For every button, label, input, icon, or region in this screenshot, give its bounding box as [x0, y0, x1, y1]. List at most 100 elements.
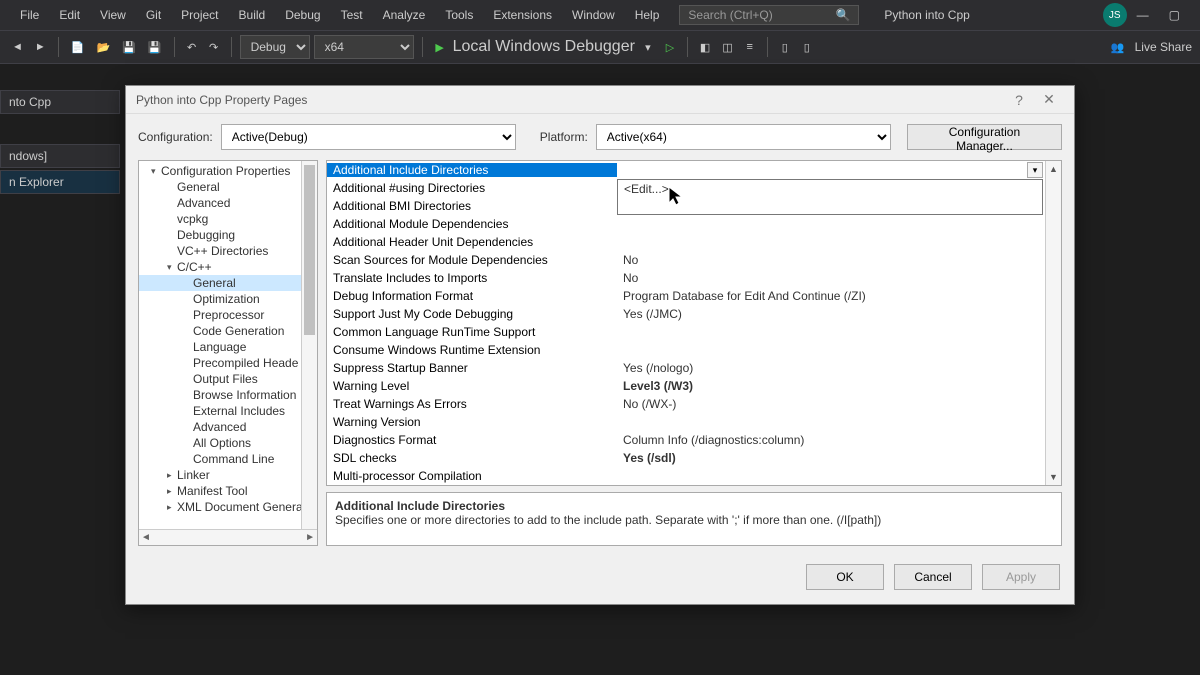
- property-value[interactable]: Yes (/nologo): [617, 361, 1061, 375]
- redo-icon[interactable]: ↷: [205, 36, 223, 58]
- property-row[interactable]: Support Just My Code DebuggingYes (/JMC): [327, 305, 1061, 323]
- tree-node[interactable]: ▸Manifest Tool: [139, 483, 317, 499]
- tree-node[interactable]: Browse Information: [139, 387, 317, 403]
- tree-caret-icon[interactable]: ▾: [151, 166, 161, 177]
- property-dropdown-icon[interactable]: ▾: [1027, 162, 1043, 178]
- help-icon[interactable]: ?: [1004, 92, 1034, 108]
- menu-project[interactable]: Project: [171, 8, 228, 22]
- apply-button[interactable]: Apply: [982, 564, 1060, 590]
- property-value[interactable]: No: [617, 271, 1061, 285]
- tree-caret-icon[interactable]: ▸: [167, 486, 177, 497]
- property-row[interactable]: Suppress Startup BannerYes (/nologo): [327, 359, 1061, 377]
- tree-node[interactable]: Optimization: [139, 291, 317, 307]
- configuration-manager-button[interactable]: Configuration Manager...: [907, 124, 1062, 150]
- config-select[interactable]: Debug: [240, 35, 310, 59]
- property-row[interactable]: Debug Information FormatProgram Database…: [327, 287, 1061, 305]
- tree-node[interactable]: ▾Configuration Properties: [139, 163, 317, 179]
- scroll-up-icon[interactable]: ▲: [1046, 161, 1061, 177]
- property-row[interactable]: SDL checksYes (/sdl): [327, 449, 1061, 467]
- property-row[interactable]: Multi-processor Compilation: [327, 467, 1061, 485]
- tree-caret-icon[interactable]: ▸: [167, 470, 177, 481]
- property-row[interactable]: Additional Header Unit Dependencies: [327, 233, 1061, 251]
- property-value[interactable]: Yes (/JMC): [617, 307, 1061, 321]
- property-row[interactable]: Enable Address SanitizerNo: [327, 485, 1061, 486]
- menu-build[interactable]: Build: [229, 8, 276, 22]
- tree-node[interactable]: General: [139, 275, 317, 291]
- tree-node[interactable]: Output Files: [139, 371, 317, 387]
- configuration-select[interactable]: Active(Debug): [221, 124, 516, 150]
- tree-node[interactable]: ▸Linker: [139, 467, 317, 483]
- property-row[interactable]: Translate Includes to ImportsNo: [327, 269, 1061, 287]
- tree-node[interactable]: Command Line: [139, 451, 317, 467]
- nav-back-icon[interactable]: ◄: [8, 36, 27, 58]
- menu-file[interactable]: File: [10, 8, 49, 22]
- platform-select[interactable]: x64: [314, 35, 414, 59]
- tree-node[interactable]: Language: [139, 339, 317, 355]
- menu-debug[interactable]: Debug: [275, 8, 330, 22]
- tree-node[interactable]: VC++ Directories: [139, 243, 317, 259]
- toolbar-misc-icon[interactable]: ▯: [798, 36, 816, 58]
- property-row[interactable]: Warning LevelLevel3 (/W3): [327, 377, 1061, 395]
- tree-node[interactable]: Code Generation: [139, 323, 317, 339]
- quick-search[interactable]: Search (Ctrl+Q) 🔍: [679, 5, 859, 25]
- debugger-label[interactable]: Local Windows Debugger: [453, 38, 635, 56]
- platform-select-dialog[interactable]: Active(x64): [596, 124, 891, 150]
- grid-scrollbar[interactable]: ▲ ▼: [1045, 161, 1061, 485]
- tree-caret-icon[interactable]: ▸: [167, 502, 177, 513]
- live-share-icon[interactable]: 👥: [1107, 36, 1129, 58]
- property-row[interactable]: Diagnostics FormatColumn Info (/diagnost…: [327, 431, 1061, 449]
- tree-node[interactable]: All Options: [139, 435, 317, 451]
- save-icon[interactable]: 💾: [118, 36, 140, 58]
- tree-node[interactable]: Precompiled Heade: [139, 355, 317, 371]
- tree-node[interactable]: Advanced: [139, 419, 317, 435]
- save-all-icon[interactable]: 💾: [144, 36, 166, 58]
- win-maximize-icon[interactable]: ▢: [1159, 8, 1190, 22]
- toolbar-misc-icon[interactable]: ≡: [741, 36, 759, 58]
- user-avatar[interactable]: JS: [1103, 3, 1127, 27]
- dialog-titlebar[interactable]: Python into Cpp Property Pages ? ✕: [126, 86, 1074, 114]
- property-value[interactable]: No (/WX-): [617, 397, 1061, 411]
- tree-node[interactable]: Advanced: [139, 195, 317, 211]
- doc-tab[interactable]: nto Cpp: [0, 90, 120, 114]
- menu-analyze[interactable]: Analyze: [373, 8, 436, 22]
- property-row[interactable]: Additional Module Dependencies: [327, 215, 1061, 233]
- undo-icon[interactable]: ↶: [183, 36, 201, 58]
- start-debug-icon[interactable]: ▶: [431, 36, 449, 58]
- doc-tab[interactable]: ndows]: [0, 144, 120, 168]
- menu-test[interactable]: Test: [331, 8, 373, 22]
- property-row[interactable]: Additional Include Directories: [327, 161, 1061, 179]
- tree-node[interactable]: External Includes: [139, 403, 317, 419]
- tree-node[interactable]: General: [139, 179, 317, 195]
- win-minimize-icon[interactable]: —: [1127, 8, 1159, 22]
- property-row[interactable]: Warning Version: [327, 413, 1061, 431]
- scroll-down-icon[interactable]: ▼: [1046, 469, 1061, 485]
- start-nodebug-icon[interactable]: ▷: [661, 36, 679, 58]
- property-value[interactable]: No: [617, 253, 1061, 267]
- property-row[interactable]: Scan Sources for Module DependenciesNo: [327, 251, 1061, 269]
- tree-node[interactable]: vcpkg: [139, 211, 317, 227]
- menu-tools[interactable]: Tools: [435, 8, 483, 22]
- menu-edit[interactable]: Edit: [49, 8, 90, 22]
- menu-extensions[interactable]: Extensions: [483, 8, 562, 22]
- toolbar-misc-icon[interactable]: ◧: [696, 36, 714, 58]
- toolbar-misc-icon[interactable]: ◫: [718, 36, 736, 58]
- property-value[interactable]: Level3 (/W3): [617, 379, 1061, 393]
- debug-dropdown-icon[interactable]: ▾: [639, 36, 657, 58]
- ok-button[interactable]: OK: [806, 564, 884, 590]
- property-value[interactable]: Column Info (/diagnostics:column): [617, 433, 1061, 447]
- toolbar-misc-icon[interactable]: ▯: [776, 36, 794, 58]
- tree-hscroll[interactable]: ◄►: [139, 529, 317, 545]
- solution-explorer-tab[interactable]: n Explorer: [0, 170, 120, 194]
- live-share-label[interactable]: Live Share: [1135, 40, 1192, 54]
- property-value[interactable]: Yes (/sdl): [617, 451, 1061, 465]
- menu-window[interactable]: Window: [562, 8, 625, 22]
- property-row[interactable]: Treat Warnings As ErrorsNo (/WX-): [327, 395, 1061, 413]
- open-icon[interactable]: 📂: [92, 36, 114, 58]
- tree-node[interactable]: ▾C/C++: [139, 259, 317, 275]
- menu-view[interactable]: View: [90, 8, 136, 22]
- tree-node[interactable]: ▸XML Document Genera: [139, 499, 317, 515]
- tree-scrollbar[interactable]: [301, 161, 317, 529]
- new-item-icon[interactable]: 📄: [67, 36, 89, 58]
- tree-node[interactable]: Debugging: [139, 227, 317, 243]
- property-row[interactable]: Common Language RunTime Support: [327, 323, 1061, 341]
